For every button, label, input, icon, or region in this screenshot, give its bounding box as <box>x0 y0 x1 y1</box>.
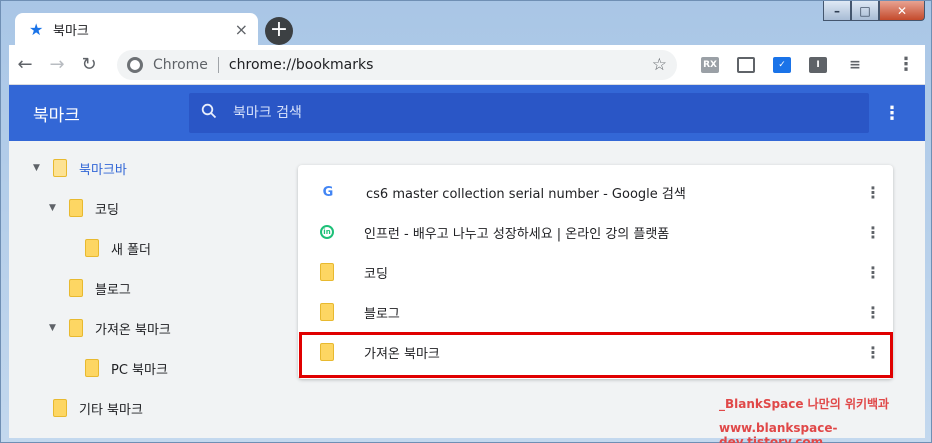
bookmark-star-icon: ★ <box>29 19 44 39</box>
back-button[interactable]: ← <box>9 54 41 75</box>
search-input[interactable] <box>233 105 833 121</box>
tree-item-other-bookmarks[interactable]: ▼ 기타 북마크 <box>33 396 143 420</box>
address-bar[interactable]: Chrome chrome://bookmarks ☆ <box>117 49 677 80</box>
minimize-button[interactable]: – <box>823 1 851 21</box>
inflearn-icon: in <box>320 225 334 239</box>
bookmarks-header: 북마크 ⋮ <box>9 85 925 141</box>
tree-item-label: PC 북마크 <box>111 362 168 378</box>
folder-icon <box>85 359 99 377</box>
tree-item-label: 가져온 북마크 <box>95 322 171 338</box>
folder-icon <box>85 239 99 257</box>
chrome-icon <box>127 56 143 73</box>
search-icon <box>201 103 225 123</box>
tab-title: 북마크 <box>53 23 89 39</box>
window-controls: – □ ✕ <box>823 1 925 21</box>
tree-item-blog[interactable]: ▼ 블로그 <box>49 276 131 300</box>
folder-icon <box>320 263 334 281</box>
tab-close-icon[interactable]: × <box>235 20 248 39</box>
more-actions-icon[interactable]: ⋮ <box>853 223 893 242</box>
tree-item-label: 기타 북마크 <box>79 402 143 418</box>
expand-arrow-icon[interactable]: ▼ <box>33 163 49 173</box>
highlight-box <box>299 332 893 378</box>
folder-icon <box>69 279 83 297</box>
tree-item-label: 코딩 <box>95 202 119 218</box>
new-tab-button[interactable]: + <box>265 17 293 45</box>
tree-item-label: 새 폴더 <box>111 242 152 258</box>
bookmark-page-icon[interactable]: ☆ <box>652 55 667 75</box>
browser-toolbar: ← → ↻ Chrome chrome://bookmarks ☆ RX ✓ I… <box>9 45 925 85</box>
bookmarks-content: ▼ 북마크바 ▼ 코딩 ▼ 새 폴더 ▼ 블로그 ▼ <box>9 141 925 443</box>
title-bar: ★ 북마크 × + – □ ✕ <box>1 1 932 45</box>
tree-item-label: 북마크바 <box>79 162 127 178</box>
list-item[interactable]: in 인프런 - 배우고 나누고 성장하세요 | 온라인 강의 플랫폼 ⋮ <box>298 212 893 252</box>
tree-item-imported-bookmarks[interactable]: ▼ 가져온 북마크 <box>49 316 171 340</box>
tree-item-pc-bookmarks[interactable]: ▼ PC 북마크 <box>65 356 168 380</box>
list-item-title: 블로그 <box>364 306 400 322</box>
ext-check-icon[interactable]: ✓ <box>773 56 791 73</box>
ext-cast-icon[interactable] <box>737 56 755 73</box>
ext-rx-icon[interactable]: RX <box>701 56 719 73</box>
forward-button[interactable]: → <box>41 54 73 75</box>
list-item-title: 코딩 <box>364 266 388 282</box>
ext-playlist-icon[interactable]: ≡ <box>845 56 865 73</box>
expand-arrow-icon[interactable]: ▼ <box>49 323 65 333</box>
expand-arrow-icon[interactable]: ▼ <box>49 203 65 213</box>
organize-menu-icon[interactable]: ⋮ <box>883 103 901 124</box>
tree-item-label: 블로그 <box>95 282 131 298</box>
google-icon: G <box>322 184 334 200</box>
search-box[interactable] <box>189 93 869 133</box>
folder-icon <box>69 199 83 217</box>
tree-item-coding[interactable]: ▼ 코딩 <box>49 196 119 220</box>
ext-i-icon[interactable]: I <box>809 56 827 73</box>
folder-icon <box>69 319 83 337</box>
close-window-button[interactable]: ✕ <box>879 1 925 21</box>
list-item-title: 인프런 - 배우고 나누고 성장하세요 | 온라인 강의 플랫폼 <box>364 226 670 242</box>
url-text[interactable]: chrome://bookmarks <box>229 57 652 73</box>
folder-icon <box>53 399 67 417</box>
browser-window: ★ 북마크 × + – □ ✕ ← → ↻ Chrome chrome://bo… <box>0 0 932 443</box>
list-item[interactable]: G cs6 master collection serial number - … <box>298 172 893 212</box>
watermark-title: _BlankSpace 나만의 위키백과 <box>719 397 890 411</box>
extensions-area: RX ✓ I ≡ <box>701 56 883 73</box>
chrome-menu-icon[interactable]: ⋮ <box>897 54 915 75</box>
more-actions-icon[interactable]: ⋮ <box>853 263 893 282</box>
site-label: Chrome <box>153 56 208 73</box>
tab-bookmarks[interactable]: ★ 북마크 × <box>15 13 258 45</box>
more-actions-icon[interactable]: ⋮ <box>853 303 893 322</box>
more-actions-icon[interactable]: ⋮ <box>853 183 893 202</box>
tree-item-new-folder[interactable]: ▼ 새 폴더 <box>65 236 151 260</box>
page-title: 북마크 <box>33 105 80 126</box>
watermark-url: www.blankspace-dev.tistory.com <box>719 421 838 443</box>
maximize-button[interactable]: □ <box>851 1 879 21</box>
tree-item-bookmarks-bar[interactable]: ▼ 북마크바 <box>33 156 127 180</box>
list-item[interactable]: 코딩 ⋮ <box>298 252 893 292</box>
folder-icon <box>320 303 334 321</box>
address-separator <box>217 56 219 73</box>
list-item[interactable]: 블로그 ⋮ <box>298 292 893 332</box>
reload-button[interactable]: ↻ <box>73 54 105 75</box>
folder-icon <box>53 159 67 177</box>
list-item-title: cs6 master collection serial number - Go… <box>366 186 686 202</box>
